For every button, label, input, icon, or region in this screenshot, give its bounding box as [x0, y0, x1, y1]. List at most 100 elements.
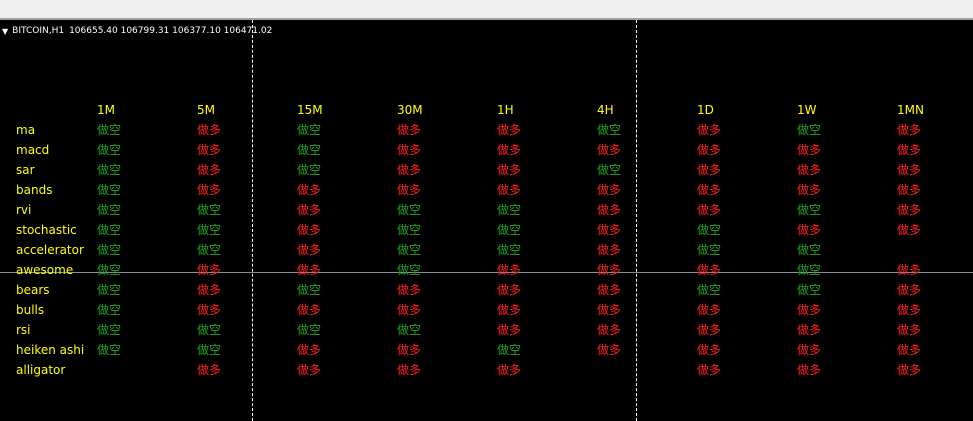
signal-bear: 做空	[397, 243, 422, 257]
signal-bear: 做空	[197, 243, 222, 257]
signal-bull: 做多	[297, 203, 322, 217]
signal-bear: 做空	[97, 303, 122, 317]
timeframe-header: 5M	[197, 103, 215, 117]
signal-bull: 做多	[297, 363, 322, 377]
signal-bull: 做多	[297, 263, 322, 277]
signal-bear: 做空	[597, 123, 622, 137]
signal-bull: 做多	[697, 203, 722, 217]
price-line	[0, 272, 973, 273]
signal-bull: 做多	[197, 123, 222, 137]
signal-bull: 做多	[197, 283, 222, 297]
signal-bull: 做多	[197, 143, 222, 157]
signal-bear: 做空	[97, 123, 122, 137]
signal-bear: 做空	[497, 243, 522, 257]
signal-bull: 做多	[197, 183, 222, 197]
indicator-label: bears	[16, 283, 50, 297]
signal-bear: 做空	[97, 263, 122, 277]
timeframe-header: 4H	[597, 103, 614, 117]
signal-bull: 做多	[697, 363, 722, 377]
signal-bull: 做多	[397, 123, 422, 137]
chart-header: ▼ BITCOIN,H1 106655.40 106799.31 106377.…	[2, 24, 272, 38]
signal-bull: 做多	[397, 163, 422, 177]
signal-bear: 做空	[797, 263, 822, 277]
signal-bull: 做多	[697, 143, 722, 157]
signal-bull: 做多	[197, 363, 222, 377]
signal-bull: 做多	[797, 163, 822, 177]
signal-bull: 做多	[397, 143, 422, 157]
signal-bull: 做多	[597, 323, 622, 337]
signal-bull: 做多	[497, 283, 522, 297]
signal-bear: 做空	[197, 203, 222, 217]
chart-area[interactable]: ▼ BITCOIN,H1 106655.40 106799.31 106377.…	[0, 20, 973, 421]
signal-bull: 做多	[897, 263, 922, 277]
indicator-label: bulls	[16, 303, 45, 317]
timeframe-header: 1H	[497, 103, 514, 117]
signal-bull: 做多	[497, 303, 522, 317]
signal-bull: 做多	[297, 343, 322, 357]
signal-bull: 做多	[597, 203, 622, 217]
signal-bull: 做多	[797, 323, 822, 337]
signal-bear: 做空	[97, 143, 122, 157]
signal-bear: 做空	[697, 243, 722, 257]
signal-bull: 做多	[897, 183, 922, 197]
signal-bull: 做多	[597, 183, 622, 197]
signal-bull: 做多	[597, 343, 622, 357]
signal-bull: 做多	[397, 183, 422, 197]
signal-bull: 做多	[597, 283, 622, 297]
indicator-label: ma	[16, 123, 36, 137]
signal-bull: 做多	[497, 183, 522, 197]
signal-bear: 做空	[497, 223, 522, 237]
signal-bear: 做空	[297, 143, 322, 157]
signal-bear: 做空	[97, 203, 122, 217]
indicator-label: sar	[16, 163, 35, 177]
window-toolbar	[0, 0, 973, 18]
signal-bull: 做多	[897, 343, 922, 357]
signal-bull: 做多	[497, 263, 522, 277]
signal-bull: 做多	[797, 363, 822, 377]
signal-bull: 做多	[897, 363, 922, 377]
indicator-label: stochastic	[16, 223, 77, 237]
signal-bull: 做多	[897, 203, 922, 217]
signal-bull: 做多	[897, 283, 922, 297]
signal-bull: 做多	[497, 163, 522, 177]
signal-bear: 做空	[697, 223, 722, 237]
signal-bull: 做多	[797, 223, 822, 237]
signal-bull: 做多	[297, 183, 322, 197]
signal-bull: 做多	[697, 343, 722, 357]
signal-bear: 做空	[397, 203, 422, 217]
indicator-label: bands	[16, 183, 53, 197]
signal-bull: 做多	[897, 223, 922, 237]
signal-bull: 做多	[597, 263, 622, 277]
signal-bear: 做空	[397, 263, 422, 277]
signal-bull: 做多	[897, 323, 922, 337]
signal-bull: 做多	[497, 143, 522, 157]
signal-bear: 做空	[297, 163, 322, 177]
timeframe-header: 15M	[297, 103, 323, 117]
signal-bull: 做多	[697, 183, 722, 197]
signal-bear: 做空	[697, 283, 722, 297]
collapse-arrow-icon[interactable]: ▼	[2, 27, 8, 36]
indicator-label: alligator	[16, 363, 66, 377]
signal-bear: 做空	[797, 243, 822, 257]
signal-bear: 做空	[97, 323, 122, 337]
signal-bull: 做多	[897, 163, 922, 177]
signal-bear: 做空	[797, 203, 822, 217]
timeframe-header: 1D	[697, 103, 714, 117]
period-separator	[252, 20, 253, 421]
signal-bear: 做空	[97, 343, 122, 357]
timeframe-header: 1W	[797, 103, 817, 117]
signal-bull: 做多	[397, 283, 422, 297]
signal-bear: 做空	[297, 123, 322, 137]
signal-bull: 做多	[497, 123, 522, 137]
timeframe-header: 1MN	[897, 103, 924, 117]
signal-bull: 做多	[397, 363, 422, 377]
chart-symbol: BITCOIN,H1	[12, 26, 65, 36]
signal-bull: 做多	[597, 243, 622, 257]
signal-bull: 做多	[597, 303, 622, 317]
signal-bear: 做空	[97, 163, 122, 177]
signal-bull: 做多	[597, 143, 622, 157]
signal-bear: 做空	[297, 323, 322, 337]
signal-bull: 做多	[797, 183, 822, 197]
signal-bear: 做空	[297, 283, 322, 297]
signal-bear: 做空	[797, 123, 822, 137]
